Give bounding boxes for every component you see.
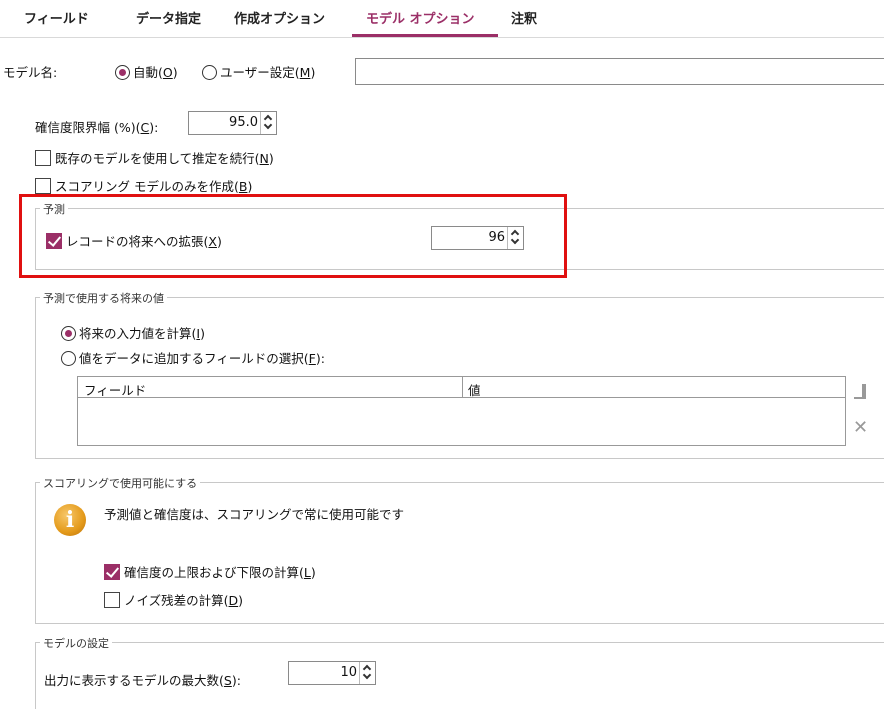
compute-noise-checkbox[interactable]: ノイズ残差の計算(D) (104, 590, 243, 609)
column-header-value[interactable]: 値 (468, 380, 481, 399)
radio-user[interactable] (202, 65, 217, 80)
model-settings-left-border (35, 642, 36, 709)
max-models-label: 出力に表示するモデルの最大数(S): (44, 673, 241, 688)
radio-auto[interactable] (115, 65, 130, 80)
max-models-value: 10 (340, 665, 357, 680)
column-header-field[interactable]: フィールド (84, 380, 146, 399)
add-row-icon[interactable] (852, 384, 868, 404)
spinner-arrows-icon[interactable] (260, 112, 276, 134)
scoring-model-only-checkbox[interactable]: スコアリング モデルのみを作成(B) (35, 176, 252, 195)
model-name-label: モデル名: (3, 65, 58, 80)
model-settings-divider (35, 642, 884, 643)
scoring-info-text: 予測値と確信度は、スコアリングで常に使用可能です (104, 507, 405, 522)
delete-row-icon[interactable]: ✕ (853, 419, 868, 437)
future-values-group-title: 予測で使用する将来の値 (40, 290, 167, 306)
tab-model-options[interactable]: モデル オプション (366, 8, 475, 32)
model-name-input[interactable] (355, 58, 884, 85)
confidence-spinner[interactable]: 95.0 (188, 111, 277, 135)
checkbox-noise[interactable] (104, 592, 120, 608)
future-values-table[interactable]: フィールド 値 (77, 376, 846, 446)
checkbox-continue[interactable] (35, 150, 51, 166)
compute-bounds-checkbox[interactable]: 確信度の上限および下限の計算(L) (104, 562, 316, 581)
select-fields-option[interactable]: 値をデータに追加するフィールドの選択(F): (61, 348, 325, 367)
max-models-spinner[interactable]: 10 (288, 661, 376, 685)
spinner-arrows-icon[interactable] (359, 662, 375, 684)
continue-estimation-checkbox[interactable]: 既存のモデルを使用して推定を続行(N) (35, 148, 274, 167)
tab-divider (0, 37, 884, 38)
tab-build-options[interactable]: 作成オプション (234, 8, 325, 32)
checkbox-scoring-only[interactable] (35, 178, 51, 194)
model-name-auto-option[interactable]: 自動(O) (115, 62, 178, 81)
info-icon: i (54, 504, 86, 536)
radio-compute[interactable] (61, 326, 76, 341)
tab-fields[interactable]: フィールド (24, 8, 89, 32)
tab-annotations[interactable]: 注釈 (511, 8, 537, 32)
model-settings-title: モデルの設定 (40, 635, 112, 651)
radio-select-fields[interactable] (61, 351, 76, 366)
compute-future-inputs-option[interactable]: 将来の入力値を計算(I) (61, 323, 205, 342)
model-name-user-option[interactable]: ユーザー設定(M) (202, 62, 315, 81)
confidence-label: 確信度限界幅 (%)(C): (35, 120, 159, 135)
confidence-value: 95.0 (229, 115, 258, 130)
scoring-group-title: スコアリングで使用可能にする (40, 475, 201, 491)
checkbox-bounds[interactable] (104, 564, 120, 580)
tab-data-spec[interactable]: データ指定 (136, 8, 201, 32)
table-header: フィールド 値 (78, 377, 845, 398)
highlight-box (19, 194, 567, 278)
